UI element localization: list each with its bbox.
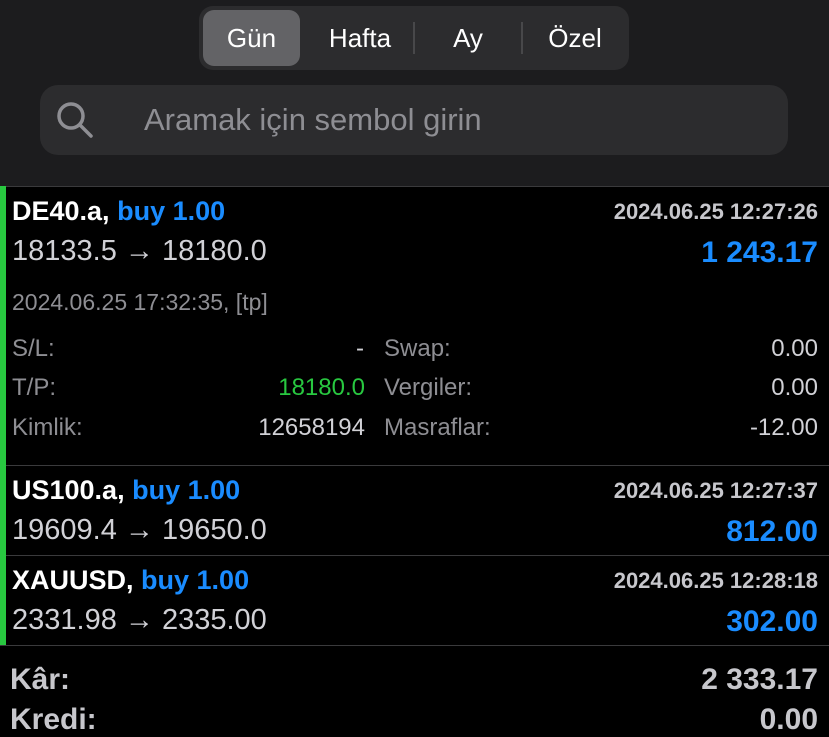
credit-value: 0.00 (759, 703, 818, 736)
id-label: Kimlik: (12, 414, 83, 441)
symbol-label: XAUUSD, (12, 565, 134, 595)
symbol-label: US100.a, (12, 475, 125, 505)
row-divider (0, 186, 829, 187)
order-symbol: US100.a, buy 1.00 (12, 475, 240, 506)
profit-total-value: 2 333.17 (701, 663, 818, 696)
tp-label: T/P: (12, 374, 57, 401)
tp-value: 18180.0 (278, 374, 365, 401)
fees-label: Masraflar: (384, 414, 491, 441)
open-time: 2024.06.25 12:27:26 (613, 199, 818, 224)
search-placeholder: Aramak için sembol girin (144, 102, 482, 137)
order-row[interactable]: DE40.a, buy 1.00 2024.06.25 12:27:26 181… (0, 186, 829, 465)
buy-accent-bar (0, 186, 6, 465)
price-range: 18133.5 → 18180.0 (12, 235, 267, 267)
tab-month[interactable]: Ay (415, 10, 521, 66)
taxes-label: Vergiler: (384, 374, 473, 401)
order-row[interactable]: US100.a, buy 1.00 2024.06.25 12:27:37 19… (0, 465, 829, 555)
price-range: 2331.98 → 2335.00 (12, 604, 267, 636)
summary-divider (0, 645, 829, 646)
sl-value: - (356, 335, 364, 362)
order-side: buy 1.00 (132, 475, 241, 505)
order-symbol: DE40.a, buy 1.00 (12, 196, 225, 227)
tab-day[interactable]: Gün (203, 10, 300, 66)
profit-total-label: Kâr: (10, 663, 71, 696)
row-divider (0, 555, 829, 556)
order-profit: 1 243.17 (701, 236, 818, 269)
credit-label: Kredi: (10, 703, 97, 736)
swap-label: Swap: (384, 335, 451, 362)
order-symbol: XAUUSD, buy 1.00 (12, 565, 249, 596)
tab-custom[interactable]: Özel (523, 10, 627, 66)
top-toolbar: Gün Hafta Ay Özel Aramak için sembol gir… (0, 0, 829, 186)
symbol-label: DE40.a, (12, 196, 110, 226)
order-side: buy 1.00 (141, 565, 250, 595)
row-divider (0, 465, 829, 466)
order-profit: 302.00 (726, 605, 818, 638)
sl-label: S/L: (12, 335, 55, 362)
order-profit: 812.00 (726, 515, 818, 548)
period-segmented-control: Gün Hafta Ay Özel (199, 6, 629, 70)
search-icon (57, 102, 93, 138)
tab-week[interactable]: Hafta (307, 10, 413, 66)
id-value: 12658194 (258, 414, 365, 441)
buy-accent-bar (0, 465, 6, 555)
close-info: 2024.06.25 17:32:35, [tp] (12, 289, 268, 315)
taxes-value: 0.00 (771, 374, 818, 401)
open-time: 2024.06.25 12:28:18 (613, 568, 818, 593)
order-side: buy 1.00 (117, 196, 226, 226)
fees-value: -12.00 (749, 414, 818, 441)
buy-accent-bar (0, 555, 6, 645)
price-range: 19609.4 → 19650.0 (12, 514, 267, 546)
open-time: 2024.06.25 12:27:37 (613, 478, 818, 503)
order-row[interactable]: XAUUSD, buy 1.00 2024.06.25 12:28:18 233… (0, 555, 829, 645)
symbol-search-field[interactable]: Aramak için sembol girin (40, 85, 788, 155)
swap-value: 0.00 (771, 335, 818, 362)
